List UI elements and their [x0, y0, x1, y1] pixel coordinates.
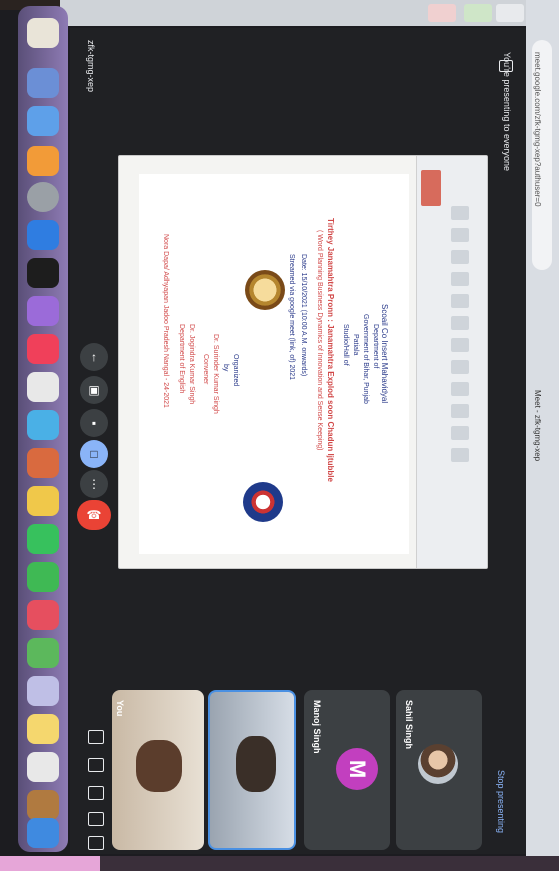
slide-line: Scoail Co Insert Mahavidyal: [380, 304, 389, 404]
screen: zfk-tgmg-xep You're presenting to everyo…: [0, 0, 559, 871]
contacts-icon[interactable]: [27, 676, 59, 706]
participant-name: Sahil Singh: [404, 700, 414, 750]
meeting-code: zfk-tgmg-xep: [86, 40, 96, 93]
participant-avatar: [418, 744, 458, 784]
browser-tab-strip: [60, 0, 526, 26]
stop-presenting-link[interactable]: Stop presenting: [496, 770, 506, 833]
maps-icon[interactable]: [27, 638, 59, 668]
participant-video: [236, 736, 276, 792]
slide-subtitle: ( Word Planning Business Dynamics of Inn…: [316, 230, 323, 451]
presented-slide-window: Scoail Co Insert Mahavidyal Department o…: [118, 155, 488, 569]
slide-line: Patiala: [352, 334, 359, 356]
browser-chrome: meet.google.com/zfk-tgmg-xep?authuser=0 …: [526, 0, 559, 856]
participant-avatar: M: [336, 748, 378, 790]
ribbon-button[interactable]: [451, 404, 469, 418]
participant-tile-self[interactable]: [112, 690, 204, 850]
raise-hand-button[interactable]: ↑: [80, 343, 108, 371]
slide-line: Date: 15/10/2021 (10:00 A.M. onwards): [300, 254, 307, 377]
chat-icon[interactable]: [88, 786, 104, 800]
slide-page: Scoail Co Insert Mahavidyal Department o…: [139, 174, 409, 554]
slide-line: Nora Dapa/ Adhyapan Jadoo Pradesh Nangal…: [162, 234, 169, 408]
ribbon-button[interactable]: [451, 272, 469, 286]
slide-thumbnail[interactable]: [421, 170, 441, 206]
slide-line: Convener: [202, 354, 209, 385]
ribbon-button[interactable]: [451, 250, 469, 264]
photos-icon[interactable]: [27, 600, 59, 630]
music-icon[interactable]: [27, 334, 59, 364]
slide-line: Dr. Jogindra Kumar Singh: [188, 324, 195, 405]
activities-icon[interactable]: [88, 812, 104, 826]
notes-icon[interactable]: [27, 486, 59, 516]
bezel-accent: [0, 856, 100, 871]
more-options-button[interactable]: ⋮: [80, 470, 108, 498]
keynote-icon[interactable]: [27, 410, 59, 440]
presenting-label: You're presenting to everyone: [502, 52, 512, 171]
browser-tab-title: Meet - zfk-tgmg-xep: [533, 390, 542, 462]
slide-line: Government of Bihar, Punjab: [362, 314, 369, 404]
slide-line: Dr. Surinder Kumar Singh: [212, 334, 219, 414]
browser-tab[interactable]: [464, 4, 492, 22]
captions-button[interactable]: ▣: [80, 376, 108, 404]
files-icon[interactable]: [27, 106, 59, 136]
ribbon-button[interactable]: [451, 206, 469, 220]
participant-name: Manoj Singh: [312, 700, 322, 754]
people-icon[interactable]: [88, 758, 104, 772]
slide-line: Department of: [372, 324, 379, 369]
lock-icon[interactable]: [88, 836, 104, 850]
slide-line: Department of English: [178, 324, 185, 394]
slide-line: by: [222, 364, 229, 372]
facetime-icon[interactable]: [27, 524, 59, 554]
slides-ribbon: [416, 156, 487, 568]
ribbon-button[interactable]: [451, 426, 469, 440]
app-store-icon[interactable]: [27, 220, 59, 250]
settings-icon[interactable]: [27, 182, 59, 212]
podcasts-icon[interactable]: [27, 296, 59, 326]
ribbon-button[interactable]: [451, 448, 469, 462]
ribbon-button[interactable]: [451, 228, 469, 242]
college-logo: [245, 270, 285, 310]
present-button[interactable]: □: [80, 440, 108, 468]
browser-tab[interactable]: [428, 4, 456, 22]
slide-line: Organized: [232, 354, 239, 387]
participant-video: [136, 740, 182, 792]
emblem-logo: [243, 482, 283, 522]
finder-icon[interactable]: [27, 68, 59, 98]
charts-icon[interactable]: [27, 448, 59, 478]
ribbon-button[interactable]: [451, 294, 469, 308]
browser-tab[interactable]: [496, 4, 524, 22]
news-icon[interactable]: [27, 372, 59, 402]
tv-icon[interactable]: [27, 258, 59, 288]
bezel-bottom: [0, 856, 559, 871]
slide-title: Tirthey Janamahtra Pronn : Janamahtra Ex…: [326, 218, 335, 482]
ribbon-button[interactable]: [451, 316, 469, 330]
end-call-button[interactable]: ☎: [77, 500, 111, 530]
camera-button[interactable]: ▪: [80, 409, 108, 437]
info-icon[interactable]: [88, 730, 104, 744]
slide-line: Studio/Hall of: [342, 324, 349, 366]
macos-dock: [18, 6, 68, 852]
address-text: meet.google.com/zfk-tgmg-xep?authuser=0: [533, 52, 542, 207]
ribbon-button[interactable]: [451, 338, 469, 352]
ribbon-button[interactable]: [451, 360, 469, 374]
calendar-icon[interactable]: [27, 752, 59, 782]
ribbon-button[interactable]: [451, 382, 469, 396]
app-icon[interactable]: [27, 146, 59, 176]
messages-icon[interactable]: [27, 562, 59, 592]
notes-app-icon[interactable]: [27, 714, 59, 744]
app-icon-2[interactable]: [27, 790, 59, 820]
participant-name: You: [115, 700, 125, 717]
safari-icon[interactable]: [27, 818, 59, 848]
trash-icon[interactable]: [27, 18, 59, 48]
slide-line: Streamed via google meet (link, of) 2021: [288, 254, 295, 381]
participant-tile-speaker[interactable]: [208, 690, 296, 850]
